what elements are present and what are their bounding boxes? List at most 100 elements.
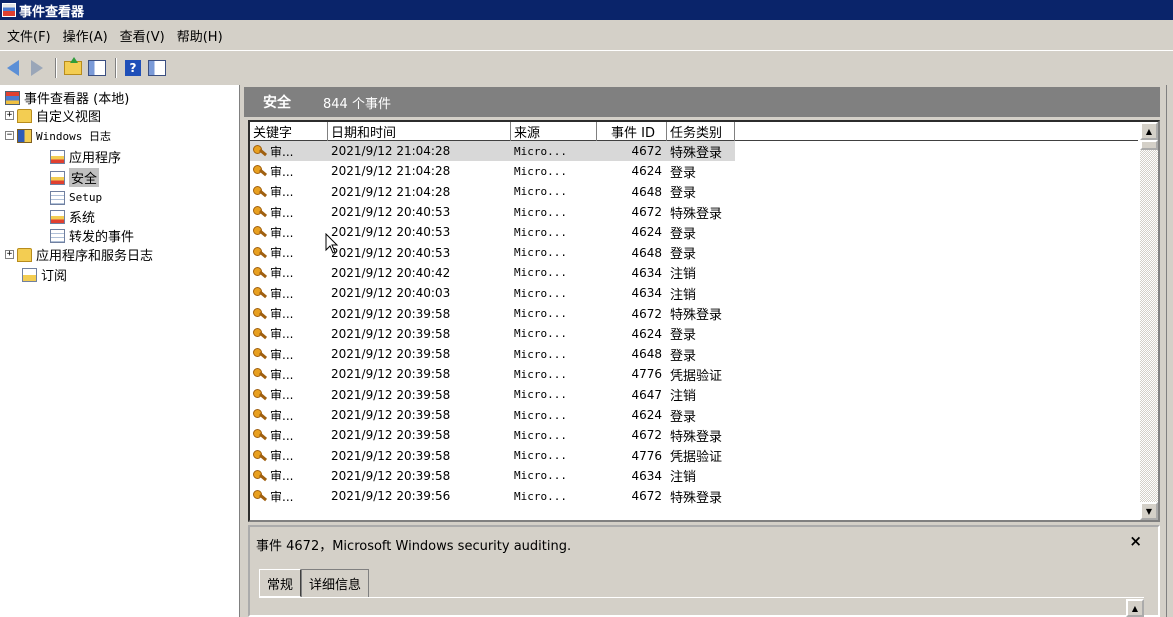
table-row[interactable]: 审... 2021/9/12 20:39:56 Micro... 4672 特殊登录: [250, 486, 1138, 506]
cell-keyword-text: 审...: [270, 225, 294, 240]
menu-action[interactable]: 操作(A): [60, 26, 117, 45]
scroll-thumb[interactable]: [1140, 140, 1158, 150]
cell-datetime: 2021/9/12 20:39:58: [328, 324, 511, 344]
column-source[interactable]: 来源: [511, 122, 597, 141]
cell-source: Micro...: [511, 466, 597, 486]
cell-datetime-text: 2021/9/12 20:39:58: [331, 326, 451, 341]
cell-keyword-text: 审...: [270, 408, 294, 423]
table-row[interactable]: 审... 2021/9/12 20:39:58 Micro... 4672 特殊登录: [250, 303, 1138, 323]
cell-source-text: Micro...: [514, 469, 567, 483]
cell-event-id-text: 4624: [631, 225, 662, 240]
cell-datetime: 2021/9/12 20:39:58: [328, 385, 511, 405]
detail-scroll-up-button[interactable]: ▲: [1126, 599, 1144, 617]
table-header: 关键字 日期和时间 来源 事件 ID 任务类别: [250, 122, 1138, 141]
scroll-up-button[interactable]: ▲: [1140, 122, 1158, 140]
folder-icon: [17, 247, 32, 262]
cell-keyword-text: 审...: [270, 327, 294, 342]
cell-source-text: Micro...: [514, 225, 567, 239]
show-hide-console-tree-button[interactable]: [86, 57, 108, 79]
events-scrollbar[interactable]: ▲ ▼: [1140, 122, 1158, 520]
audit-key-icon: [253, 144, 267, 158]
cell-event-id-text: 4776: [631, 367, 662, 382]
log-icon: [50, 149, 65, 164]
back-button[interactable]: [2, 57, 24, 79]
table-row[interactable]: 审... 2021/9/12 20:39:58 Micro... 4624 登录: [250, 405, 1138, 425]
tree-item-custom-views[interactable]: + 自定义视图: [5, 107, 101, 125]
table-row[interactable]: 审... 2021/9/12 20:40:03 Micro... 4634 注销: [250, 283, 1138, 303]
table-row[interactable]: 审... 2021/9/12 20:39:58 Micro... 4672 特殊登录: [250, 425, 1138, 445]
toolbar: ?: [0, 50, 1173, 84]
tree-label: 转发的事件: [69, 230, 135, 245]
tree-item-windows-logs[interactable]: − Windows 日志: [5, 127, 111, 144]
cell-datetime: 2021/9/12 20:39:58: [328, 466, 511, 486]
tree-item-forwarded-events[interactable]: 转发的事件: [50, 227, 135, 245]
cell-datetime-text: 2021/9/12 20:39:58: [331, 306, 451, 321]
close-detail-button[interactable]: ×: [1129, 532, 1142, 550]
tree-item-security[interactable]: 安全: [50, 168, 100, 187]
table-row[interactable]: 审... 2021/9/12 20:39:58 Micro... 4624 登录: [250, 324, 1138, 344]
toolbar-separator: [55, 57, 57, 78]
table-row[interactable]: 审... 2021/9/12 20:40:53 Micro... 4648 登录: [250, 242, 1138, 262]
menu-file[interactable]: 文件(F): [4, 26, 60, 45]
cell-keyword: 审...: [250, 304, 328, 324]
tree-item-root[interactable]: 事件查看器 (本地): [5, 89, 129, 107]
tab-general[interactable]: 常规: [259, 569, 302, 597]
cell-task-category-text: 注销: [670, 287, 697, 303]
cell-datetime: 2021/9/12 21:04:28: [328, 182, 511, 202]
cell-event-id-text: 4634: [631, 265, 662, 280]
cell-event-id-text: 4648: [631, 347, 662, 362]
table-row[interactable]: 审... 2021/9/12 21:04:28 Micro... 4648 登录: [250, 182, 1138, 202]
table-row[interactable]: 审... 2021/9/12 21:04:28 Micro... 4624 登录: [250, 161, 1138, 181]
cell-keyword: 审...: [250, 141, 328, 162]
cell-source-text: Micro...: [514, 286, 567, 300]
show-hide-action-pane-button[interactable]: [146, 57, 168, 79]
table-row[interactable]: 审... 2021/9/12 20:39:58 Micro... 4647 注销: [250, 385, 1138, 405]
table-row[interactable]: 审... 2021/9/12 20:39:58 Micro... 4776 凭据验证: [250, 364, 1138, 384]
table-row[interactable]: 审... 2021/9/12 21:04:28 Micro... 4672 特殊登录: [250, 141, 1138, 162]
column-datetime[interactable]: 日期和时间: [328, 122, 511, 141]
event-count: 844 个事件: [323, 96, 391, 112]
table-row[interactable]: 审... 2021/9/12 20:39:58 Micro... 4648 登录: [250, 344, 1138, 364]
table-row[interactable]: 审... 2021/9/12 20:40:53 Micro... 4624 登录: [250, 222, 1138, 242]
cell-source-text: Micro...: [514, 388, 567, 402]
tab-details[interactable]: 详细信息: [301, 569, 370, 597]
table-row[interactable]: 审... 2021/9/12 20:39:58 Micro... 4776 凭据验证: [250, 445, 1138, 465]
column-event-id[interactable]: 事件 ID: [597, 122, 667, 141]
cell-event-id-text: 4672: [631, 144, 662, 159]
cell-keyword: 审...: [250, 182, 328, 202]
log-icon: [50, 170, 65, 185]
cell-source-text: Micro...: [514, 347, 567, 361]
up-level-button[interactable]: [62, 56, 84, 79]
tree-item-subscriptions[interactable]: 订阅: [22, 266, 67, 284]
table-row[interactable]: 审... 2021/9/12 20:39:58 Micro... 4634 注销: [250, 466, 1138, 486]
tree-item-application[interactable]: 应用程序: [50, 148, 121, 166]
cell-keyword-text: 审...: [270, 469, 294, 484]
cell-source: Micro...: [511, 283, 597, 303]
cell-task-category-text: 登录: [670, 409, 697, 425]
cell-task-category-text: 特殊登录: [670, 490, 723, 506]
cell-source: Micro...: [511, 486, 597, 506]
collapse-icon[interactable]: −: [5, 131, 14, 140]
expand-icon[interactable]: +: [5, 250, 14, 259]
column-keyword[interactable]: 关键字: [250, 122, 328, 141]
menu-help[interactable]: 帮助(H): [174, 26, 232, 45]
expand-icon[interactable]: +: [5, 111, 14, 120]
forward-button[interactable]: [26, 57, 48, 79]
tree-item-app-service-logs[interactable]: + 应用程序和服务日志: [5, 246, 153, 264]
cell-source-text: Micro...: [514, 408, 567, 422]
table-row[interactable]: 审... 2021/9/12 20:40:42 Micro... 4634 注销: [250, 263, 1138, 283]
menu-view[interactable]: 查看(V): [117, 26, 174, 45]
cell-event-id-text: 4672: [631, 489, 662, 504]
table-row[interactable]: 审... 2021/9/12 20:40:53 Micro... 4672 特殊登录: [250, 202, 1138, 222]
cell-datetime: 2021/9/12 20:39:58: [328, 304, 511, 324]
cell-event-id: 4624: [597, 222, 667, 242]
cell-source: Micro...: [511, 222, 597, 242]
scroll-down-button[interactable]: ▼: [1140, 502, 1158, 520]
cell-datetime-text: 2021/9/12 21:04:28: [331, 164, 451, 179]
help-button[interactable]: ?: [122, 57, 144, 79]
tree-item-setup[interactable]: Setup: [50, 189, 102, 206]
cell-event-id-text: 4624: [631, 326, 662, 341]
column-task-category[interactable]: 任务类别: [667, 122, 735, 141]
tree-item-system[interactable]: 系统: [50, 208, 95, 226]
cell-event-id: 4634: [597, 283, 667, 303]
